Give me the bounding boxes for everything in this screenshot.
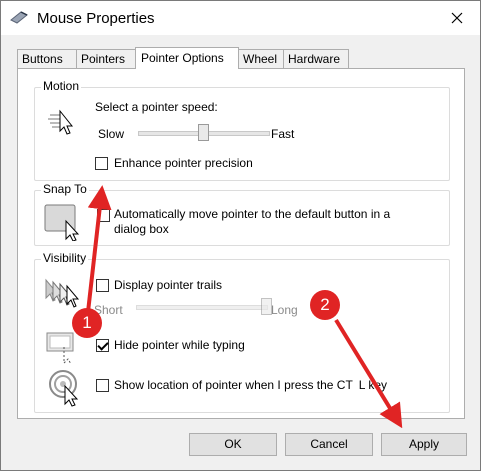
tab-pointers[interactable]: Pointers xyxy=(76,49,140,68)
pointer-speed-icon xyxy=(48,109,74,135)
hide-pointer-label: Hide pointer while typing xyxy=(114,338,245,352)
apply-button[interactable]: Apply xyxy=(381,433,467,456)
show-location-label-suffix: L key xyxy=(358,378,388,392)
title-bar[interactable]: Mouse Properties xyxy=(1,1,480,35)
show-location-checkbox[interactable] xyxy=(96,379,109,392)
close-icon xyxy=(451,12,463,24)
close-button[interactable] xyxy=(434,1,480,35)
tab-pointer-options[interactable]: Pointer Options xyxy=(135,47,239,69)
show-location-icon xyxy=(49,370,79,407)
pointer-trails-checkbox[interactable] xyxy=(96,279,109,292)
tab-buttons[interactable]: Buttons xyxy=(17,49,79,68)
show-location-label-prefix: Show location of pointer when I press th… xyxy=(114,378,353,392)
enhance-precision-checkbox[interactable] xyxy=(95,157,108,170)
ok-button[interactable]: OK xyxy=(189,433,277,456)
show-location-label: Show location of pointer when I press th… xyxy=(114,378,387,392)
pointer-trails-icon xyxy=(45,278,80,308)
speed-fast-label: Fast xyxy=(271,127,295,141)
window-title: Mouse Properties xyxy=(37,10,155,27)
tab-wheel[interactable]: Wheel xyxy=(238,49,285,68)
pointer-options-panel: Motion Select a pointer speed: Slow Fast… xyxy=(17,68,465,419)
annotation-badge-2: 2 xyxy=(310,290,340,320)
snap-to-label-line2: dialog box xyxy=(114,222,169,236)
mouse-properties-window: Mouse Properties Buttons Pointers Pointe… xyxy=(0,0,481,471)
snap-to-icon xyxy=(44,204,80,241)
pointer-speed-label: Select a pointer speed: xyxy=(95,100,218,114)
speed-slow-label: Slow xyxy=(98,127,125,141)
cancel-button[interactable]: Cancel xyxy=(285,433,373,456)
hide-pointer-checkbox[interactable] xyxy=(96,339,109,352)
visibility-legend: Visibility xyxy=(41,251,89,265)
trails-long-label: Long xyxy=(271,303,298,317)
motion-legend: Motion xyxy=(41,79,82,93)
snap-to-label-line1: Automatically move pointer to the defaul… xyxy=(114,207,391,221)
tab-hardware[interactable]: Hardware xyxy=(283,49,349,68)
pointer-trails-slider[interactable] xyxy=(136,305,268,310)
mouse-icon xyxy=(10,11,28,24)
snap-to-checkbox[interactable] xyxy=(97,209,110,222)
snap-to-legend: Snap To xyxy=(41,182,89,196)
pointer-speed-thumb[interactable] xyxy=(198,124,209,141)
hide-pointer-icon xyxy=(46,332,74,365)
annotation-badge-1: 1 xyxy=(72,308,102,338)
pointer-trails-label: Display pointer trails xyxy=(114,278,223,292)
enhance-precision-label: Enhance pointer precision xyxy=(114,156,253,170)
